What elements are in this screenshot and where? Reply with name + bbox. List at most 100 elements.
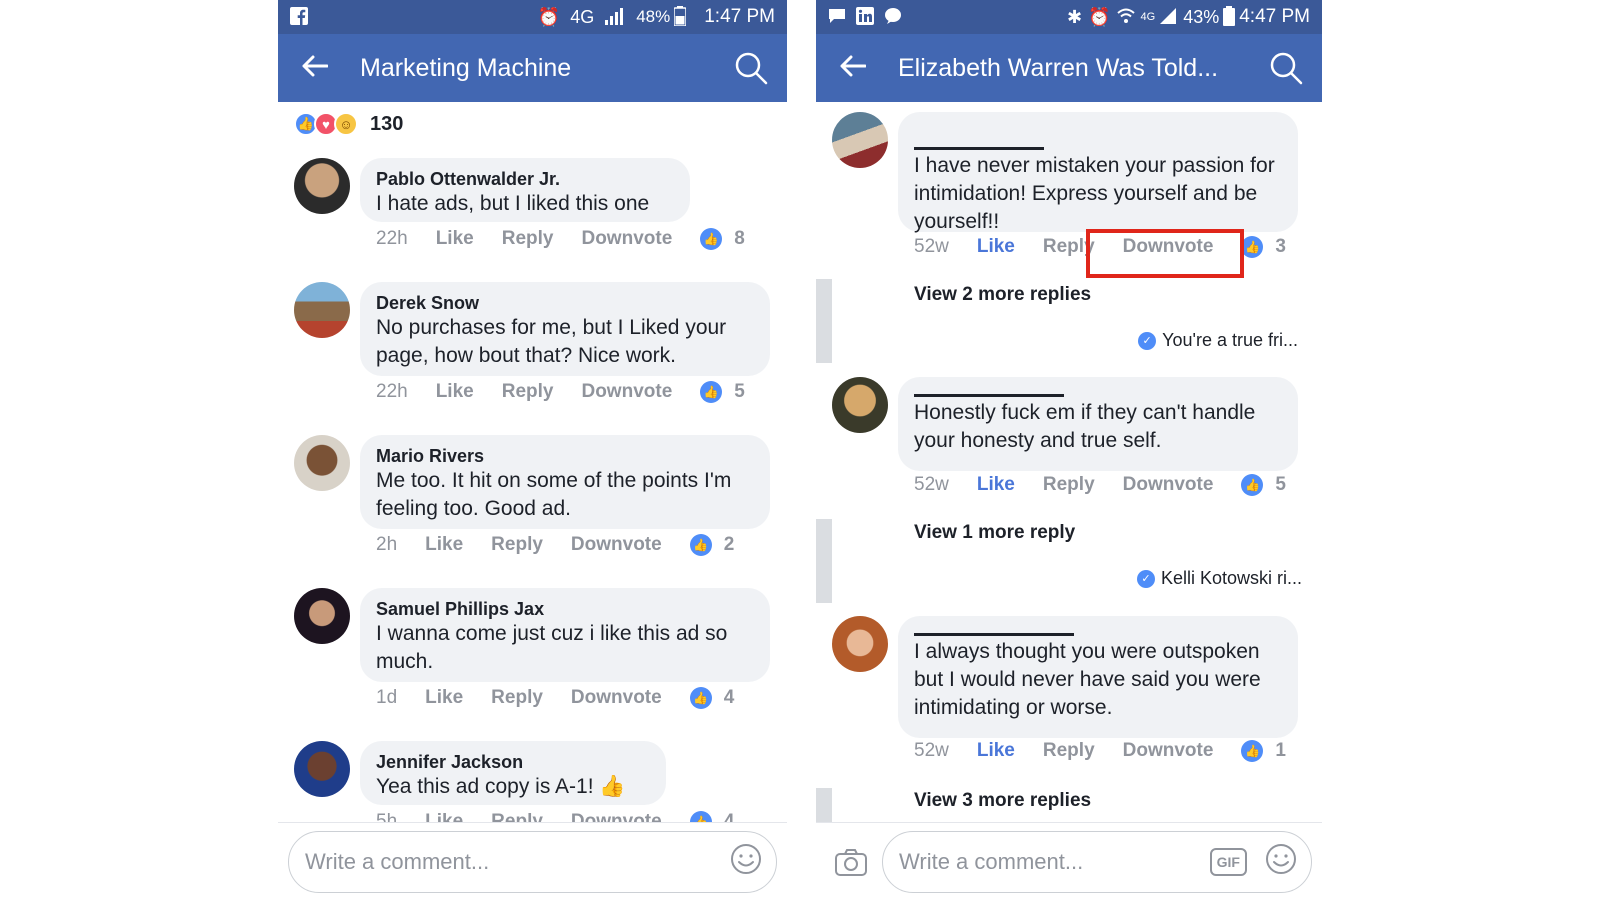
comment-actions: 52w Like Reply Downvote 👍 5 [914,474,1286,496]
left-phone-screen: ⏰ 4G 48% 1:47 PM Marketing Machine 👍 ♥ ☺… [278,0,787,900]
reply-button[interactable]: Reply [491,534,543,556]
reply-button[interactable]: Reply [491,687,543,709]
clock: 4:47 PM [1239,6,1310,27]
comment-author[interactable]: Mario Rivers [376,445,754,467]
avatar[interactable] [294,282,350,338]
status-bar: ⏰ 4G 48% 1:47 PM [278,0,787,34]
reply-preview[interactable]: ✓ You're a true fri... [1138,330,1298,351]
like-button[interactable]: Like [425,687,463,709]
comment: Derek Snow No purchases for me, but I Li… [294,282,773,407]
downvote-button[interactable]: Downvote [571,687,662,709]
like-count[interactable]: 8 [734,228,745,250]
comment-time[interactable]: 52w [914,740,949,762]
comment-input[interactable] [305,848,730,875]
like-button[interactable]: Like [425,534,463,556]
comment-time[interactable]: 52w [914,236,949,258]
search-icon[interactable] [1266,48,1306,88]
like-button[interactable]: Like [977,740,1015,762]
linkedin-icon [856,6,874,28]
view-more-replies-link[interactable]: View 1 more reply [914,522,1075,544]
view-more-replies-link[interactable]: View 2 more replies [914,284,1091,306]
like-count-icon: 👍 [700,381,723,403]
comment-text: No purchases for me, but I Liked your pa… [376,316,727,367]
comment-bubble: I have never mistaken your passion for i… [898,112,1298,233]
downvote-button[interactable]: Downvote [1123,740,1214,762]
downvote-button[interactable]: Downvote [571,534,662,556]
gif-button[interactable]: GIF [1209,847,1247,876]
like-count[interactable]: 4 [724,687,735,709]
avatar[interactable] [832,377,888,433]
comment-author[interactable]: Jennifer Jackson [376,751,650,773]
like-count[interactable]: 2 [724,534,735,556]
reply-preview-text: You're a true fri... [1162,330,1298,350]
downvote-button[interactable]: Downvote [581,381,672,403]
comment-time[interactable]: 1d [376,687,397,709]
reactions-summary[interactable]: 👍 ♥ ☺ 130 [278,102,787,146]
like-count-icon: 👍 [1241,236,1264,258]
avatar[interactable] [832,112,888,168]
back-arrow-icon[interactable] [302,53,329,83]
comment-time[interactable]: 22h [376,381,408,403]
haha-reaction-icon: ☺ [334,112,358,136]
reaction-count: 130 [370,112,404,135]
reply-button[interactable]: Reply [1043,236,1095,258]
like-button[interactable]: Like [436,228,474,250]
comment-author[interactable]: Samuel Phillips Jax [376,598,754,620]
comment-text: I have never mistaken your passion for i… [914,154,1275,233]
alarm-icon: ⏰ [1088,7,1111,27]
comment-time[interactable]: 22h [376,228,408,250]
emoji-icon[interactable] [730,843,762,880]
app-header: Elizabeth Warren Was Told... [816,34,1322,102]
reply-preview[interactable]: ✓ Kelli Kotowski ri... [1136,568,1302,589]
avatar[interactable] [294,435,350,491]
reply-button[interactable]: Reply [1043,740,1095,762]
comment-text: I wanna come just cuz i like this ad so … [376,622,728,673]
reply-preview-text: Kelli Kotowski ri... [1160,568,1302,588]
view-more-replies-link[interactable]: View 3 more replies [914,790,1091,812]
like-count-icon: 👍 [689,534,712,556]
alarm-icon: ⏰ [537,7,561,27]
comment: Honestly fuck em if they can't handle yo… [832,377,1302,502]
downvote-button[interactable]: Downvote [581,228,672,250]
comment: I always thought you were outspoken but … [832,616,1302,776]
comment-author[interactable]: Pablo Ottenwalder Jr. [376,168,674,190]
search-icon[interactable] [731,48,771,88]
status-bar: ✱ ⏰ 4G 43% 4:47 PM [816,0,1322,34]
emoji-icon[interactable] [1265,843,1297,880]
comment-time[interactable]: 52w [914,474,949,496]
like-count-icon: 👍 [700,228,723,250]
downvote-button[interactable]: Downvote [1123,474,1214,496]
downvote-button[interactable]: Downvote [1123,236,1214,258]
like-count-icon: 👍 [689,687,712,709]
author-name-fragment [914,385,1064,397]
like-button[interactable]: Like [436,381,474,403]
comment-time[interactable]: 2h [376,534,397,556]
comment-bubble: Derek Snow No purchases for me, but I Li… [360,282,770,376]
facebook-app-icon [290,6,308,28]
like-button[interactable]: Like [977,236,1015,258]
like-button[interactable]: Like [977,474,1015,496]
comment-input[interactable] [899,848,1210,875]
reply-button[interactable]: Reply [502,381,554,403]
like-count[interactable]: 1 [1275,740,1286,762]
avatar[interactable] [294,741,350,797]
avatar[interactable] [294,588,350,644]
comment: Pablo Ottenwalder Jr. I hate ads, but I … [294,158,773,253]
battery-icon [673,5,687,29]
avatar[interactable] [832,616,888,672]
battery-icon [1223,5,1236,29]
back-arrow-icon[interactable] [840,53,867,83]
author-name-fragment [914,624,1074,636]
comment-input-wrapper: GIF [882,830,1312,893]
comment-text: Yea this ad copy is A-1! 👍 [376,775,626,798]
comment-text: Honestly fuck em if they can't handle yo… [914,401,1256,452]
avatar[interactable] [294,158,350,214]
comment-author[interactable]: Derek Snow [376,292,754,314]
like-count[interactable]: 5 [734,381,745,403]
like-count[interactable]: 3 [1275,236,1286,258]
like-count[interactable]: 5 [1275,474,1286,496]
camera-icon[interactable] [826,837,876,887]
reply-button[interactable]: Reply [502,228,554,250]
wifi-icon [1116,8,1135,27]
reply-button[interactable]: Reply [1043,474,1095,496]
